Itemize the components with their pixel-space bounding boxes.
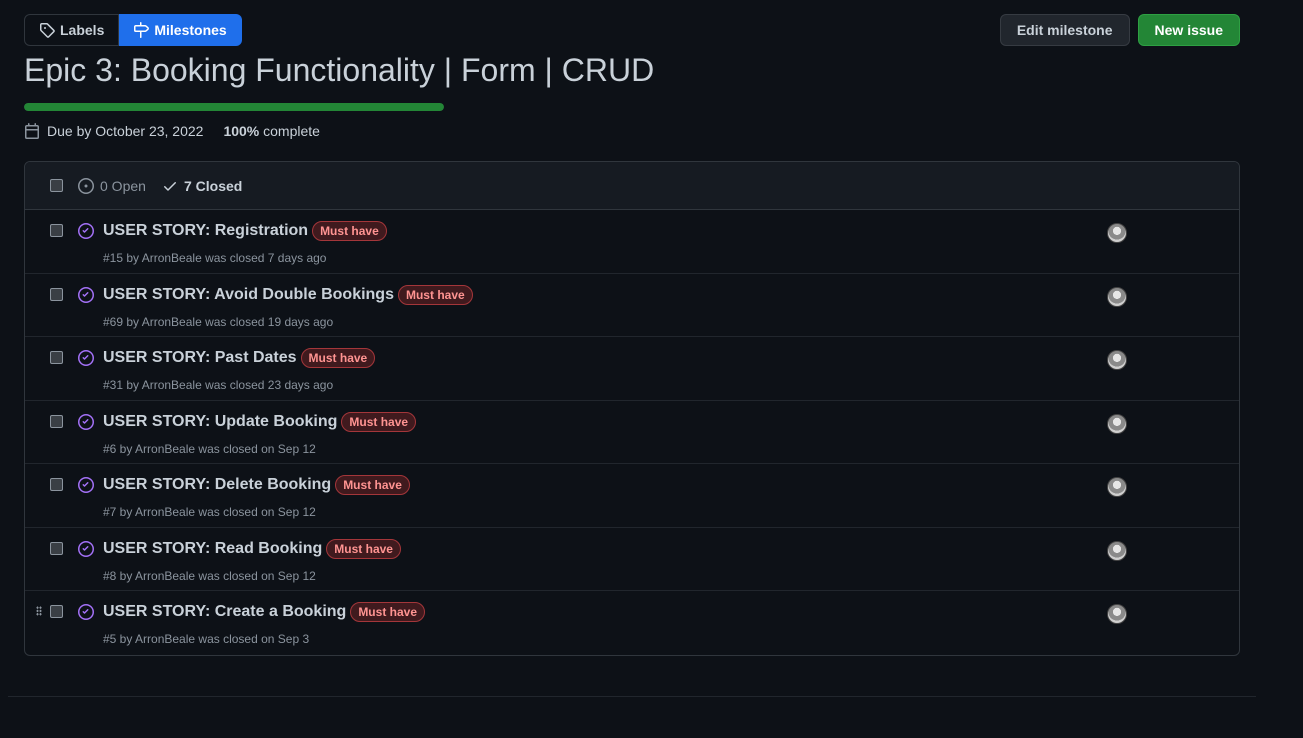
labels-tab-label: Labels [60, 22, 105, 38]
issue-row[interactable]: USER STORY: Update Booking Must have #6 … [25, 401, 1239, 464]
tag-icon [40, 23, 55, 38]
subnav: Labels Milestones [24, 14, 242, 46]
issue-closed-icon [78, 223, 94, 239]
issue-title-line: USER STORY: Read Booking Must have [103, 538, 401, 559]
assignee-avatar[interactable] [1107, 477, 1127, 497]
due-date: Due by October 23, 2022 [47, 123, 204, 139]
milestone-page: Labels Milestones Edit milestone New iss… [0, 0, 1303, 738]
issue-checkbox[interactable] [50, 287, 63, 301]
assignee-avatar[interactable] [1107, 540, 1127, 561]
milestone-progress-bar [24, 103, 444, 111]
milestone-title: Epic 3: Booking Functionality | Form | C… [24, 52, 655, 88]
issue-checkbox[interactable] [50, 351, 63, 364]
issue-checkbox[interactable] [50, 605, 63, 618]
issue-closed-icon [78, 350, 94, 366]
calendar-icon [25, 123, 39, 139]
must-have-label[interactable]: Must have [397, 284, 473, 305]
issue-checkbox[interactable] [50, 414, 63, 428]
issue-title-line: USER STORY: Create a Booking Must have [103, 602, 425, 622]
must-have-label[interactable]: Must have [335, 475, 410, 495]
issue-closed-icon [78, 540, 94, 557]
issue-title-line: USER STORY: Registration Must have [103, 221, 387, 241]
issue-title-link[interactable]: USER STORY: Past Dates [103, 349, 297, 367]
issue-closed-icon [78, 286, 94, 303]
issue-closed-icon [78, 477, 94, 493]
closed-issues-tab[interactable]: 7 Closed [162, 178, 242, 194]
issue-title-line: USER STORY: Avoid Double Bookings Must h… [103, 284, 473, 305]
issue-meta: #6 by ArronBeale was closed on Sep 12 [103, 441, 316, 456]
open-issues-tab[interactable]: 0 Open [78, 177, 146, 194]
issue-title-link[interactable]: USER STORY: Read Booking [103, 540, 322, 558]
check-icon [164, 181, 176, 191]
issue-checkbox[interactable] [50, 541, 63, 555]
issue-title-line: USER STORY: Past Dates Must have [103, 348, 376, 368]
milestones-tab[interactable]: Milestones [119, 14, 242, 46]
closed-issues-count: 7 Closed [184, 177, 243, 194]
footer-divider [8, 696, 1256, 697]
assignee-avatar[interactable] [1107, 350, 1127, 370]
issue-meta: #69 by ArronBeale was closed 19 days ago [103, 314, 334, 329]
milestone-meta: Due by October 23, 2022 100% complete [24, 123, 320, 139]
issue-meta: #7 by ArronBeale was closed on Sep 12 [103, 505, 316, 519]
percent-label: complete [263, 123, 320, 139]
assignee-avatar[interactable] [1107, 604, 1127, 624]
issue-meta: #31 by ArronBeale was closed 23 days ago [103, 378, 334, 392]
issue-row[interactable]: USER STORY: Read Booking Must have #8 by… [25, 528, 1239, 591]
select-all-checkbox[interactable] [50, 179, 63, 192]
issue-title-link[interactable]: USER STORY: Registration [103, 222, 308, 240]
milestone-progress-fill [24, 103, 444, 111]
issues-box: 0 Open 7 Closed USER STORY: Registration… [24, 161, 1240, 656]
milestone-actions: Edit milestone New issue [999, 14, 1240, 46]
issue-row[interactable]: USER STORY: Create a Booking Must have #… [25, 591, 1239, 655]
assignee-avatar[interactable] [1107, 286, 1127, 307]
issue-checkbox[interactable] [50, 224, 63, 237]
issue-title-line: USER STORY: Update Booking Must have [103, 411, 417, 432]
issue-title-line: USER STORY: Delete Booking Must have [103, 475, 410, 495]
edit-milestone-button[interactable]: Edit milestone [999, 14, 1130, 46]
assignee-avatar[interactable] [1107, 413, 1127, 434]
issue-open-icon [78, 177, 94, 194]
issue-closed-icon [78, 413, 94, 430]
drag-handle[interactable] [36, 606, 42, 616]
percent-complete: 100% complete [223, 123, 320, 139]
issue-meta: #8 by ArronBeale was closed on Sep 12 [103, 568, 316, 583]
must-have-label[interactable]: Must have [350, 602, 425, 622]
assignee-avatar[interactable] [1107, 223, 1127, 243]
issue-meta: #5 by ArronBeale was closed on Sep 3 [103, 632, 310, 646]
issue-row[interactable]: USER STORY: Registration Must have #15 b… [25, 210, 1239, 274]
percent-value: 100% [223, 123, 260, 139]
issue-title-link[interactable]: USER STORY: Create a Booking [103, 603, 346, 621]
issues-box-header: 0 Open 7 Closed [25, 162, 1239, 210]
issue-row[interactable]: USER STORY: Delete Booking Must have #7 … [25, 464, 1239, 528]
issue-checkbox[interactable] [50, 478, 63, 491]
labels-tab[interactable]: Labels [24, 14, 120, 46]
must-have-label[interactable]: Must have [326, 538, 401, 559]
issue-title-link[interactable]: USER STORY: Avoid Double Bookings [103, 286, 394, 304]
issue-title-link[interactable]: USER STORY: Update Booking [103, 413, 337, 431]
issue-meta: #15 by ArronBeale was closed 7 days ago [103, 251, 327, 265]
must-have-label[interactable]: Must have [300, 348, 376, 368]
issue-row[interactable]: USER STORY: Past Dates Must have #31 by … [25, 337, 1239, 401]
issue-list: USER STORY: Registration Must have #15 b… [25, 210, 1239, 655]
issue-title-link[interactable]: USER STORY: Delete Booking [103, 476, 331, 494]
milestones-tab-label: Milestones [154, 22, 227, 38]
issue-closed-icon [78, 604, 94, 620]
new-issue-button[interactable]: New issue [1137, 14, 1240, 46]
milestone-icon [134, 22, 150, 38]
must-have-label[interactable]: Must have [312, 221, 387, 241]
must-have-label[interactable]: Must have [341, 411, 417, 432]
open-issues-count: 0 Open [100, 177, 146, 194]
issue-row[interactable]: USER STORY: Avoid Double Bookings Must h… [25, 274, 1239, 337]
